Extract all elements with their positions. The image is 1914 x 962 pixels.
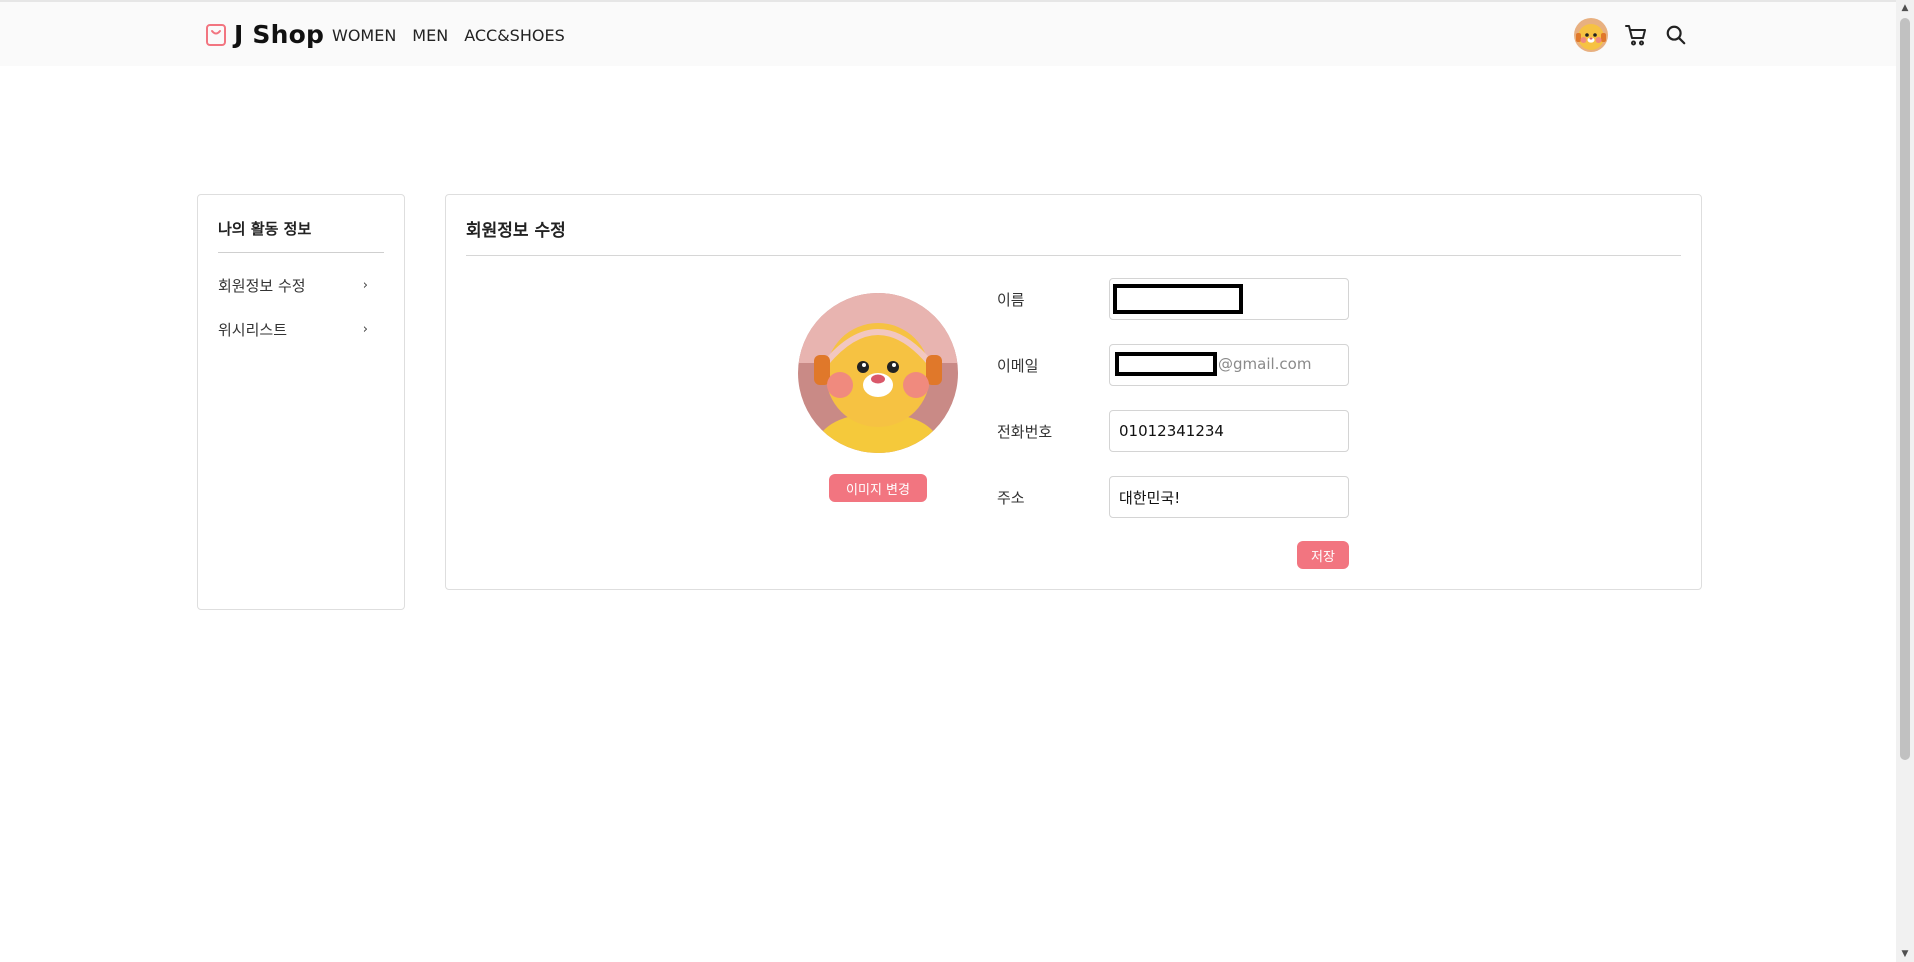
change-image-button[interactable]: 이미지 변경 xyxy=(829,474,927,502)
nav-women[interactable]: WOMEN xyxy=(332,26,396,45)
main-nav: WOMEN MEN ACC&SHOES xyxy=(332,26,565,45)
avatar-image xyxy=(1574,18,1608,52)
panel-divider xyxy=(466,255,1681,256)
sidebar-item-edit-profile[interactable]: 회원정보 수정 › xyxy=(218,273,368,297)
sidebar-item-label: 위시리스트 xyxy=(218,320,288,339)
address-field[interactable] xyxy=(1109,476,1349,518)
chevron-right-icon: › xyxy=(362,277,368,293)
name-label: 이름 xyxy=(997,291,1025,309)
scroll-down-icon[interactable]: ▼ xyxy=(1896,946,1914,962)
scrollbar-thumb[interactable] xyxy=(1900,18,1910,760)
search-icon[interactable] xyxy=(1662,21,1690,49)
header-actions xyxy=(1574,18,1702,52)
phone-label: 전화번호 xyxy=(997,423,1053,441)
nav-acc-shoes[interactable]: ACC&SHOES xyxy=(464,26,565,45)
save-button[interactable]: 저장 xyxy=(1297,541,1349,569)
profile-image xyxy=(798,293,958,453)
chevron-right-icon: › xyxy=(362,321,368,337)
user-avatar[interactable] xyxy=(1574,18,1608,52)
scroll-up-icon[interactable]: ▲ xyxy=(1896,0,1914,16)
redaction-box xyxy=(1113,284,1243,314)
sidebar-divider xyxy=(218,252,384,253)
brand-logo[interactable]: J Shop xyxy=(204,20,324,49)
top-header: J Shop WOMEN MEN ACC&SHOES xyxy=(0,0,1896,66)
page-title: 회원정보 수정 xyxy=(466,221,566,241)
sidebar-item-wishlist[interactable]: 위시리스트 › xyxy=(218,317,368,341)
redaction-box xyxy=(1115,352,1217,376)
shopping-bag-icon xyxy=(206,23,226,46)
address-label: 주소 xyxy=(997,489,1025,507)
sidebar-item-label: 회원정보 수정 xyxy=(218,276,306,295)
email-label: 이메일 xyxy=(997,357,1039,375)
profile-edit-panel: 회원정보 수정 이미지 변경 이름 이메일 @gmail.com 전화번호 01… xyxy=(445,194,1702,590)
vertical-scrollbar[interactable]: ▲ ▼ xyxy=(1896,0,1914,962)
phone-field[interactable] xyxy=(1109,410,1349,452)
brand-name: J Shop xyxy=(234,20,325,49)
sidebar: 나의 활동 정보 회원정보 수정 › 위시리스트 › xyxy=(197,194,405,610)
cart-icon[interactable] xyxy=(1622,21,1650,49)
email-domain: @gmail.com xyxy=(1218,355,1312,373)
nav-men[interactable]: MEN xyxy=(412,26,448,45)
sidebar-title: 나의 활동 정보 xyxy=(218,220,312,238)
profile-character-image xyxy=(798,293,958,453)
